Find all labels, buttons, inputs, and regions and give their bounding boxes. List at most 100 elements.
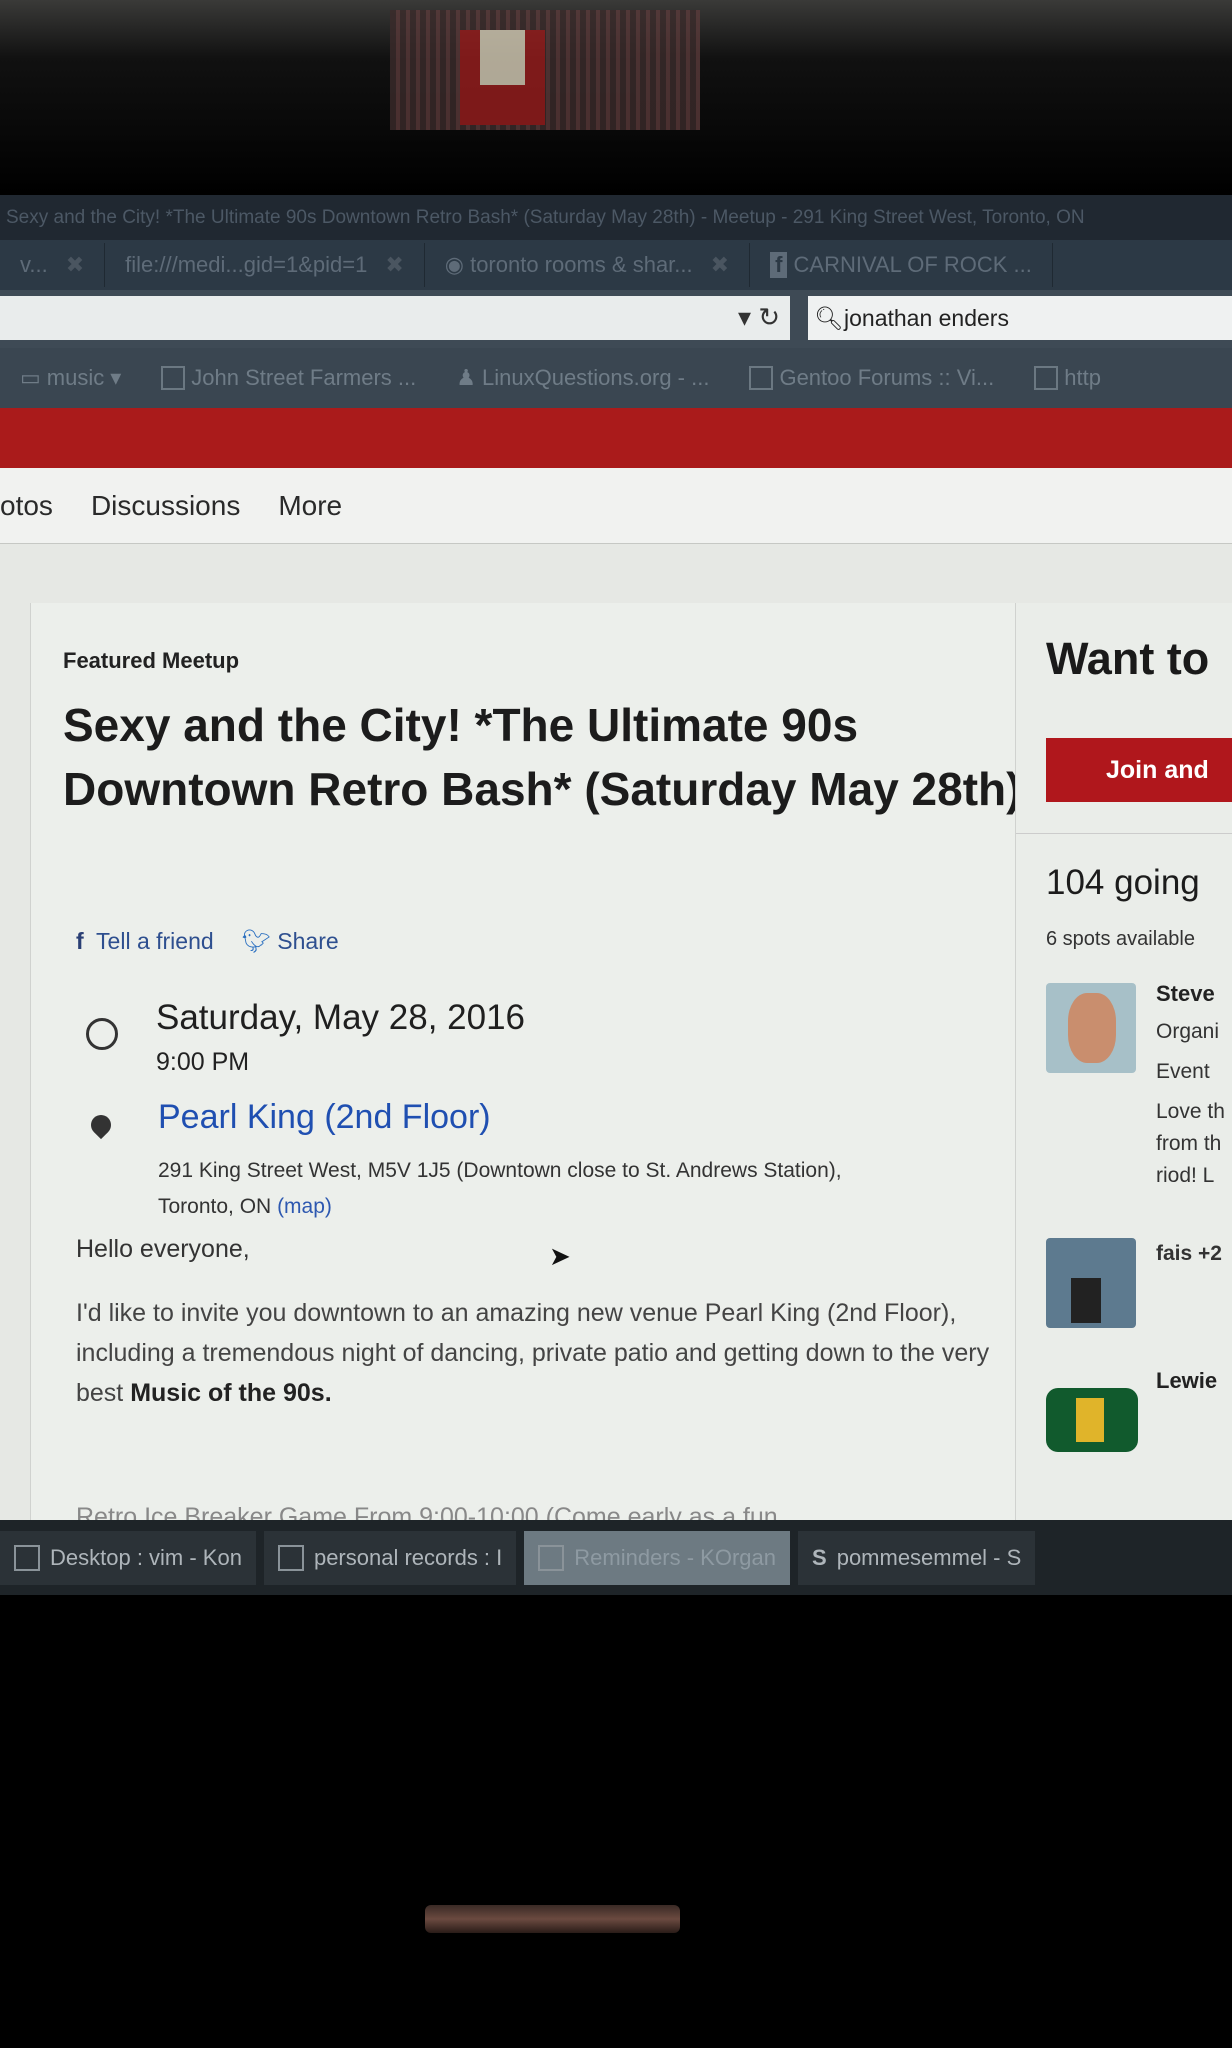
task-label: personal records : I xyxy=(313,1544,503,1570)
navigation-bar: ▾ ↻ 🔍︎jonathan enders xyxy=(0,290,1232,348)
search-field[interactable]: 🔍︎jonathan enders xyxy=(808,296,1232,340)
tab-label: CARNIVAL OF ROCK ... xyxy=(793,252,1032,277)
twitter-share[interactable]: 🐦︎ Share xyxy=(242,928,339,955)
page-icon xyxy=(161,366,186,390)
object-light-patch xyxy=(480,30,525,85)
mouse-cursor-icon: ➤ xyxy=(549,1241,571,1271)
tab-4[interactable]: f CARNIVAL OF ROCK ... xyxy=(750,243,1053,287)
bookmark-label: music xyxy=(46,365,105,390)
bookmark-label: LinuxQuestions.org - ... xyxy=(482,365,710,390)
event-main-panel: Featured Meetup Sexy and the City! *The … xyxy=(30,603,1021,1531)
event-title: Sexy and the City! *The Ultimate 90s Dow… xyxy=(63,699,1022,815)
divider xyxy=(1016,833,1232,834)
calendar-icon xyxy=(538,1544,565,1571)
tux-icon: ♟ xyxy=(456,365,476,390)
task-label: Desktop : vim - Kon xyxy=(50,1544,242,1570)
nav-discussions[interactable]: Discussions xyxy=(91,490,240,522)
page-icon xyxy=(1034,366,1059,390)
featured-label: Featured Meetup xyxy=(63,648,240,673)
runner-icon xyxy=(1076,1398,1104,1442)
share-row: f Tell a friend 🐦︎ Share xyxy=(76,928,339,955)
nav-photos[interactable]: otos xyxy=(0,490,53,522)
avatar[interactable] xyxy=(1046,983,1136,1073)
join-and-rsvp-button[interactable]: Join and xyxy=(1046,738,1232,802)
tab-3[interactable]: ◉ toronto rooms & shar... ✖ xyxy=(425,243,751,287)
organizer-name[interactable]: Steve xyxy=(1156,981,1215,1007)
spots-available: 6 spots available xyxy=(1046,928,1195,950)
location-pin-icon xyxy=(86,1110,116,1140)
terminal-icon xyxy=(14,1544,40,1571)
url-field[interactable]: ▾ ↻ xyxy=(0,296,790,340)
avatar-person xyxy=(1071,1278,1101,1323)
map-link[interactable]: (map) xyxy=(277,1195,332,1218)
tab-bar: v... ✖ file:///medi...gid=1&pid=1 ✖ ◉ toro… xyxy=(0,240,1232,290)
bookmark-linuxquestions[interactable]: ♟ LinuxQuestions.org - ... xyxy=(456,365,709,391)
tab-label: file:///medi...gid=1&pid=1 xyxy=(125,252,368,277)
monitor-top-bezel xyxy=(0,0,1232,195)
want-to-go-heading: Want to xyxy=(1046,633,1210,684)
taskbar: Desktop : vim - Kon personal records : I… xyxy=(0,1520,1232,1595)
clock-icon xyxy=(86,1018,118,1050)
bookmark-label: http xyxy=(1064,365,1101,390)
task-label: pommesemmel - S xyxy=(836,1544,1022,1570)
bookmark-http[interactable]: http xyxy=(1034,365,1101,391)
avatar[interactable] xyxy=(1046,1238,1136,1328)
bookmark-label: Gentoo Forums :: Vi... xyxy=(779,365,995,390)
going-count: 104 going xyxy=(1046,863,1200,902)
venue-link[interactable]: Pearl King (2nd Floor) xyxy=(158,1098,491,1137)
tab-2[interactable]: file:///medi...gid=1&pid=1 ✖ xyxy=(105,243,425,287)
group-nav: otos Discussions More xyxy=(0,468,1232,544)
terminal-icon xyxy=(277,1544,304,1571)
site-header-bar xyxy=(0,408,1232,468)
organizer-quote: Love th from th riod! L xyxy=(1156,1100,1225,1187)
bookmark-music[interactable]: ▭ music ▾ xyxy=(20,365,121,391)
rsvp-sidebar: Want to Join and 104 going 6 spots avail… xyxy=(1015,603,1232,1523)
monitor-bottom-bezel xyxy=(0,1595,1232,2048)
search-icon: 🔍︎ xyxy=(814,305,844,331)
close-icon[interactable]: ✖ xyxy=(385,252,403,278)
tab-label: toronto rooms & shar... xyxy=(470,252,693,277)
browser-screen: Sexy and the City! *The Ultimate 90s Dow… xyxy=(0,195,1232,1595)
avatar[interactable] xyxy=(1046,1388,1138,1452)
tab-1[interactable]: v... ✖ xyxy=(0,243,106,287)
globe-icon: ◉ xyxy=(444,252,464,277)
bookmark-label: John Street Farmers ... xyxy=(191,365,417,390)
object-on-monitor xyxy=(390,10,700,130)
skype-icon: S xyxy=(812,1544,827,1570)
venue-address: 291 King Street West, M5V 1J5 (Downtown … xyxy=(158,1153,842,1225)
page-icon xyxy=(749,366,774,390)
reload-icon[interactable]: ▾ ↻ xyxy=(738,302,780,333)
facebook-share[interactable]: f Tell a friend xyxy=(76,928,214,955)
task-personal-records[interactable]: personal records : I xyxy=(263,1530,517,1585)
task-skype[interactable]: Spommesemmel - S xyxy=(798,1530,1036,1585)
window-title: Sexy and the City! *The Ultimate 90s Dow… xyxy=(0,195,1232,240)
event-time: 9:00 PM xyxy=(156,1048,250,1076)
address-line-1: 291 King Street West, M5V 1J5 (Downtown … xyxy=(158,1159,842,1182)
member-name[interactable]: Lewie xyxy=(1156,1368,1217,1394)
task-label: Reminders - KOrgan xyxy=(574,1544,777,1570)
address-line-2: Toronto, ON (map) xyxy=(158,1189,842,1225)
share-label: Share xyxy=(277,928,339,954)
member-name[interactable]: fais +2 xyxy=(1156,1238,1222,1270)
organizer-role: Organi xyxy=(1156,1020,1220,1043)
facebook-icon: f xyxy=(76,928,84,954)
nav-more[interactable]: More xyxy=(278,490,342,522)
task-reminders[interactable]: Reminders - KOrgan xyxy=(524,1530,791,1585)
close-icon[interactable]: ✖ xyxy=(711,252,729,278)
bookmark-gentoo[interactable]: Gentoo Forums :: Vi... xyxy=(749,365,994,391)
address-city: Toronto, ON xyxy=(158,1195,272,1218)
event-date: Saturday, May 28, 2016 xyxy=(156,998,526,1037)
event-description: I'd like to invite you downtown to an am… xyxy=(76,1293,1006,1413)
tell-friend-label: Tell a friend xyxy=(96,928,214,954)
tab-label: v... xyxy=(20,252,48,277)
task-desktop-vim[interactable]: Desktop : vim - Kon xyxy=(0,1530,256,1585)
bookmark-john-street[interactable]: John Street Farmers ... xyxy=(161,365,416,391)
description-bold: Music of the 90s. xyxy=(130,1379,332,1407)
folder-icon: ▭ xyxy=(20,365,41,390)
bookmarks-bar: ▭ music ▾ John Street Farmers ... ♟ LinuxQu… xyxy=(0,348,1232,408)
search-value: jonathan enders xyxy=(844,305,1009,331)
organizer-role-2: Event xyxy=(1156,1060,1210,1083)
facebook-icon: f xyxy=(770,252,788,278)
close-icon[interactable]: ✖ xyxy=(66,252,84,278)
greeting: Hello everyone, xyxy=(76,1235,250,1263)
